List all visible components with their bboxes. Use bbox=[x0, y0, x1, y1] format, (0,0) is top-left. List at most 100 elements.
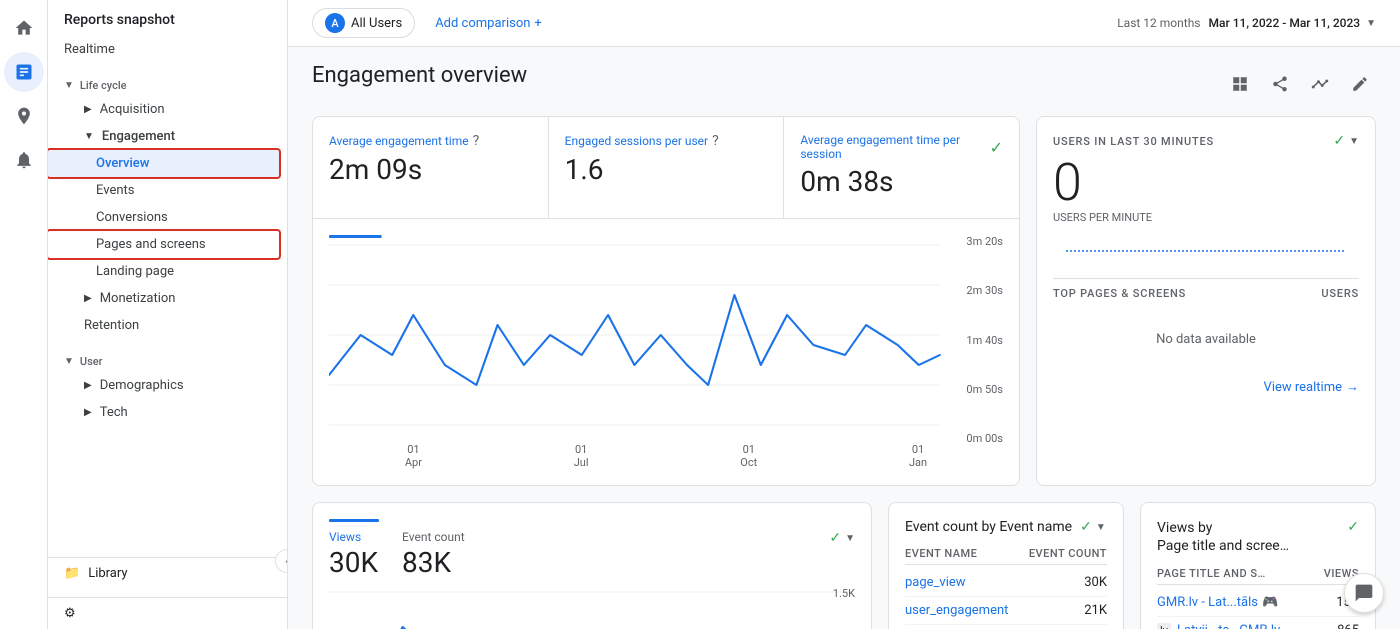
status-check-icon[interactable]: ✓ bbox=[990, 138, 1003, 157]
acquisition-label: Acquisition bbox=[100, 102, 165, 117]
views-card: Views 30K Event count 83K ✓ ▼ bbox=[312, 502, 872, 629]
avg-engagement-info-icon[interactable]: ? bbox=[473, 133, 480, 149]
reports-snapshot-header[interactable]: Reports snapshot bbox=[48, 0, 287, 36]
sidebar-item-tech[interactable]: ▶ Tech bbox=[48, 399, 279, 426]
user-avatar: A bbox=[325, 13, 345, 33]
metric-avg-per-session: Average engagement time per session ✓ 0m… bbox=[784, 117, 1019, 218]
x-label-apr: 01Apr bbox=[405, 443, 422, 469]
topbar-right: Last 12 months Mar 11, 2022 - Mar 11, 20… bbox=[1117, 16, 1376, 30]
analytics-nav-icon[interactable] bbox=[4, 52, 44, 92]
user-chevron-icon: ▼ bbox=[64, 356, 74, 367]
explore-nav-icon[interactable] bbox=[4, 96, 44, 136]
metrics-header-row: Average engagement time ? 2m 09s Engaged… bbox=[313, 117, 1019, 219]
game-icon: 🎮 bbox=[1262, 595, 1278, 610]
realtime-card: USERS IN LAST 30 MINUTES ✓ ▼ 0 USERS PER… bbox=[1036, 116, 1376, 486]
add-comparison-button[interactable]: Add comparison + bbox=[427, 12, 550, 35]
views-by-card-header: Views by Page title and scree… ✓ bbox=[1157, 519, 1359, 555]
x-label-jan: 01Jan bbox=[909, 443, 927, 469]
views-by-check-icon: ✓ bbox=[1347, 519, 1359, 535]
lifecycle-chevron-icon: ▼ bbox=[64, 80, 74, 91]
views-tab-indicator bbox=[329, 519, 379, 522]
realtime-divider bbox=[1053, 278, 1359, 279]
realtime-value: 0 bbox=[1053, 157, 1359, 209]
views-line-chart bbox=[329, 587, 855, 629]
icon-navigation bbox=[0, 0, 48, 629]
engaged-sessions-value: 1.6 bbox=[565, 153, 768, 186]
avg-engagement-value: 2m 09s bbox=[329, 153, 532, 186]
no-data-message: No data available bbox=[1053, 308, 1359, 371]
realtime-check-icon: ✓ bbox=[1333, 133, 1345, 149]
sidebar-item-acquisition[interactable]: ▶ Acquisition bbox=[48, 96, 279, 123]
table-view-icon[interactable] bbox=[1224, 68, 1256, 100]
date-range-value: Mar 11, 2022 - Mar 11, 2023 bbox=[1209, 16, 1361, 30]
sidebar-item-landing-page[interactable]: Landing page bbox=[48, 258, 279, 285]
avg-per-session-value: 0m 38s bbox=[800, 165, 1003, 198]
retention-label: Retention bbox=[84, 318, 139, 333]
realtime-dropdown-icon: ▼ bbox=[1349, 136, 1359, 147]
sidebar-item-engagement[interactable]: ▼ Engagement bbox=[48, 123, 279, 150]
event-col1-header: EVENT NAME bbox=[905, 547, 977, 560]
views-label: Views bbox=[329, 530, 378, 544]
views-page-name-1[interactable]: lv Latvij...ts - GMR.lv bbox=[1157, 623, 1280, 629]
date-range-selector[interactable]: Mar 11, 2022 - Mar 11, 2023 ▼ bbox=[1209, 16, 1377, 30]
engagement-line-chart bbox=[329, 235, 1003, 435]
demographics-chevron-icon: ▶ bbox=[84, 380, 92, 391]
realtime-mini-chart bbox=[1053, 236, 1359, 266]
edit-icon[interactable] bbox=[1344, 68, 1376, 100]
event-name-1[interactable]: user_engagement bbox=[905, 603, 1008, 618]
engagement-metrics-card: Average engagement time ? 2m 09s Engaged… bbox=[312, 116, 1020, 486]
event-dropdown-icon: ▼ bbox=[1096, 522, 1106, 533]
realtime-label: Realtime bbox=[64, 42, 115, 57]
acquisition-chevron-icon: ▶ bbox=[84, 104, 92, 115]
sidebar-item-overview[interactable]: Overview bbox=[48, 150, 279, 177]
sidebar-item-monetization[interactable]: ▶ Monetization bbox=[48, 285, 279, 312]
metric-engaged-sessions: Engaged sessions per user ? 1.6 bbox=[549, 117, 785, 218]
all-users-chip[interactable]: A All Users bbox=[312, 8, 415, 38]
sidebar-item-demographics[interactable]: ▶ Demographics bbox=[48, 372, 279, 399]
conversions-label: Conversions bbox=[96, 210, 168, 225]
sidebar-item-realtime[interactable]: Realtime bbox=[48, 36, 279, 63]
realtime-status[interactable]: ✓ ▼ bbox=[1333, 133, 1359, 149]
views-page-name-0[interactable]: GMR.lv - Lat...tāls 🎮 bbox=[1157, 595, 1278, 610]
user-section[interactable]: ▼ User bbox=[48, 347, 287, 372]
views-card-header: Views 30K Event count 83K ✓ ▼ bbox=[329, 530, 855, 579]
bottom-cards-row: Views 30K Event count 83K ✓ ▼ bbox=[312, 502, 1376, 629]
event-count-card-header: Event count by Event name ✓ ▼ bbox=[905, 519, 1107, 535]
views-row-1: lv Latvij...ts - GMR.lv 865 bbox=[1157, 617, 1359, 629]
share-icon[interactable] bbox=[1264, 68, 1296, 100]
lifecycle-section[interactable]: ▼ Life cycle bbox=[48, 71, 287, 96]
views-by-controls[interactable]: ✓ bbox=[1347, 519, 1359, 535]
alerts-nav-icon[interactable] bbox=[4, 140, 44, 180]
views-check-icon: ✓ bbox=[829, 530, 841, 546]
view-realtime-link[interactable]: View realtime → bbox=[1053, 379, 1359, 395]
event-count-controls[interactable]: ✓ ▼ bbox=[1080, 519, 1106, 535]
sidebar-item-retention[interactable]: Retention bbox=[48, 312, 279, 339]
sidebar: Reports snapshot Realtime ▼ Life cycle ▶… bbox=[48, 0, 288, 629]
demographics-label: Demographics bbox=[100, 378, 184, 393]
date-range-prefix: Last 12 months bbox=[1117, 16, 1200, 30]
views-value: 30K bbox=[329, 546, 378, 579]
settings-section[interactable]: ⚙ bbox=[48, 597, 287, 629]
library-section[interactable]: 📁 Library bbox=[48, 557, 287, 589]
event-col2-header: EVENT COUNT bbox=[1029, 547, 1107, 560]
chat-button[interactable] bbox=[1344, 573, 1384, 613]
event-count-value: 83K bbox=[402, 546, 465, 579]
lifecycle-label: Life cycle bbox=[80, 79, 127, 92]
event-count-title: Event count by Event name bbox=[905, 519, 1072, 535]
sidebar-item-events[interactable]: Events bbox=[48, 177, 279, 204]
sidebar-item-pages-screens[interactable]: Pages and screens bbox=[48, 231, 279, 258]
trending-icon[interactable] bbox=[1304, 68, 1336, 100]
event-name-0[interactable]: page_view bbox=[905, 575, 966, 590]
library-label: Library bbox=[88, 566, 127, 581]
add-comparison-label: Add comparison bbox=[435, 16, 530, 31]
sidebar-item-conversions[interactable]: Conversions bbox=[48, 204, 279, 231]
add-icon: + bbox=[534, 16, 541, 31]
y-label-1: 3m 20s bbox=[966, 235, 1003, 248]
y-label-2: 2m 30s bbox=[966, 284, 1003, 297]
monetization-chevron-icon: ▶ bbox=[84, 293, 92, 304]
views-card-controls[interactable]: ✓ ▼ bbox=[829, 530, 855, 546]
home-nav-icon[interactable] bbox=[4, 8, 44, 48]
x-label-oct: 01Oct bbox=[740, 443, 757, 469]
topbar-left: A All Users Add comparison + bbox=[312, 8, 550, 38]
engaged-sessions-info-icon[interactable]: ? bbox=[712, 133, 719, 149]
